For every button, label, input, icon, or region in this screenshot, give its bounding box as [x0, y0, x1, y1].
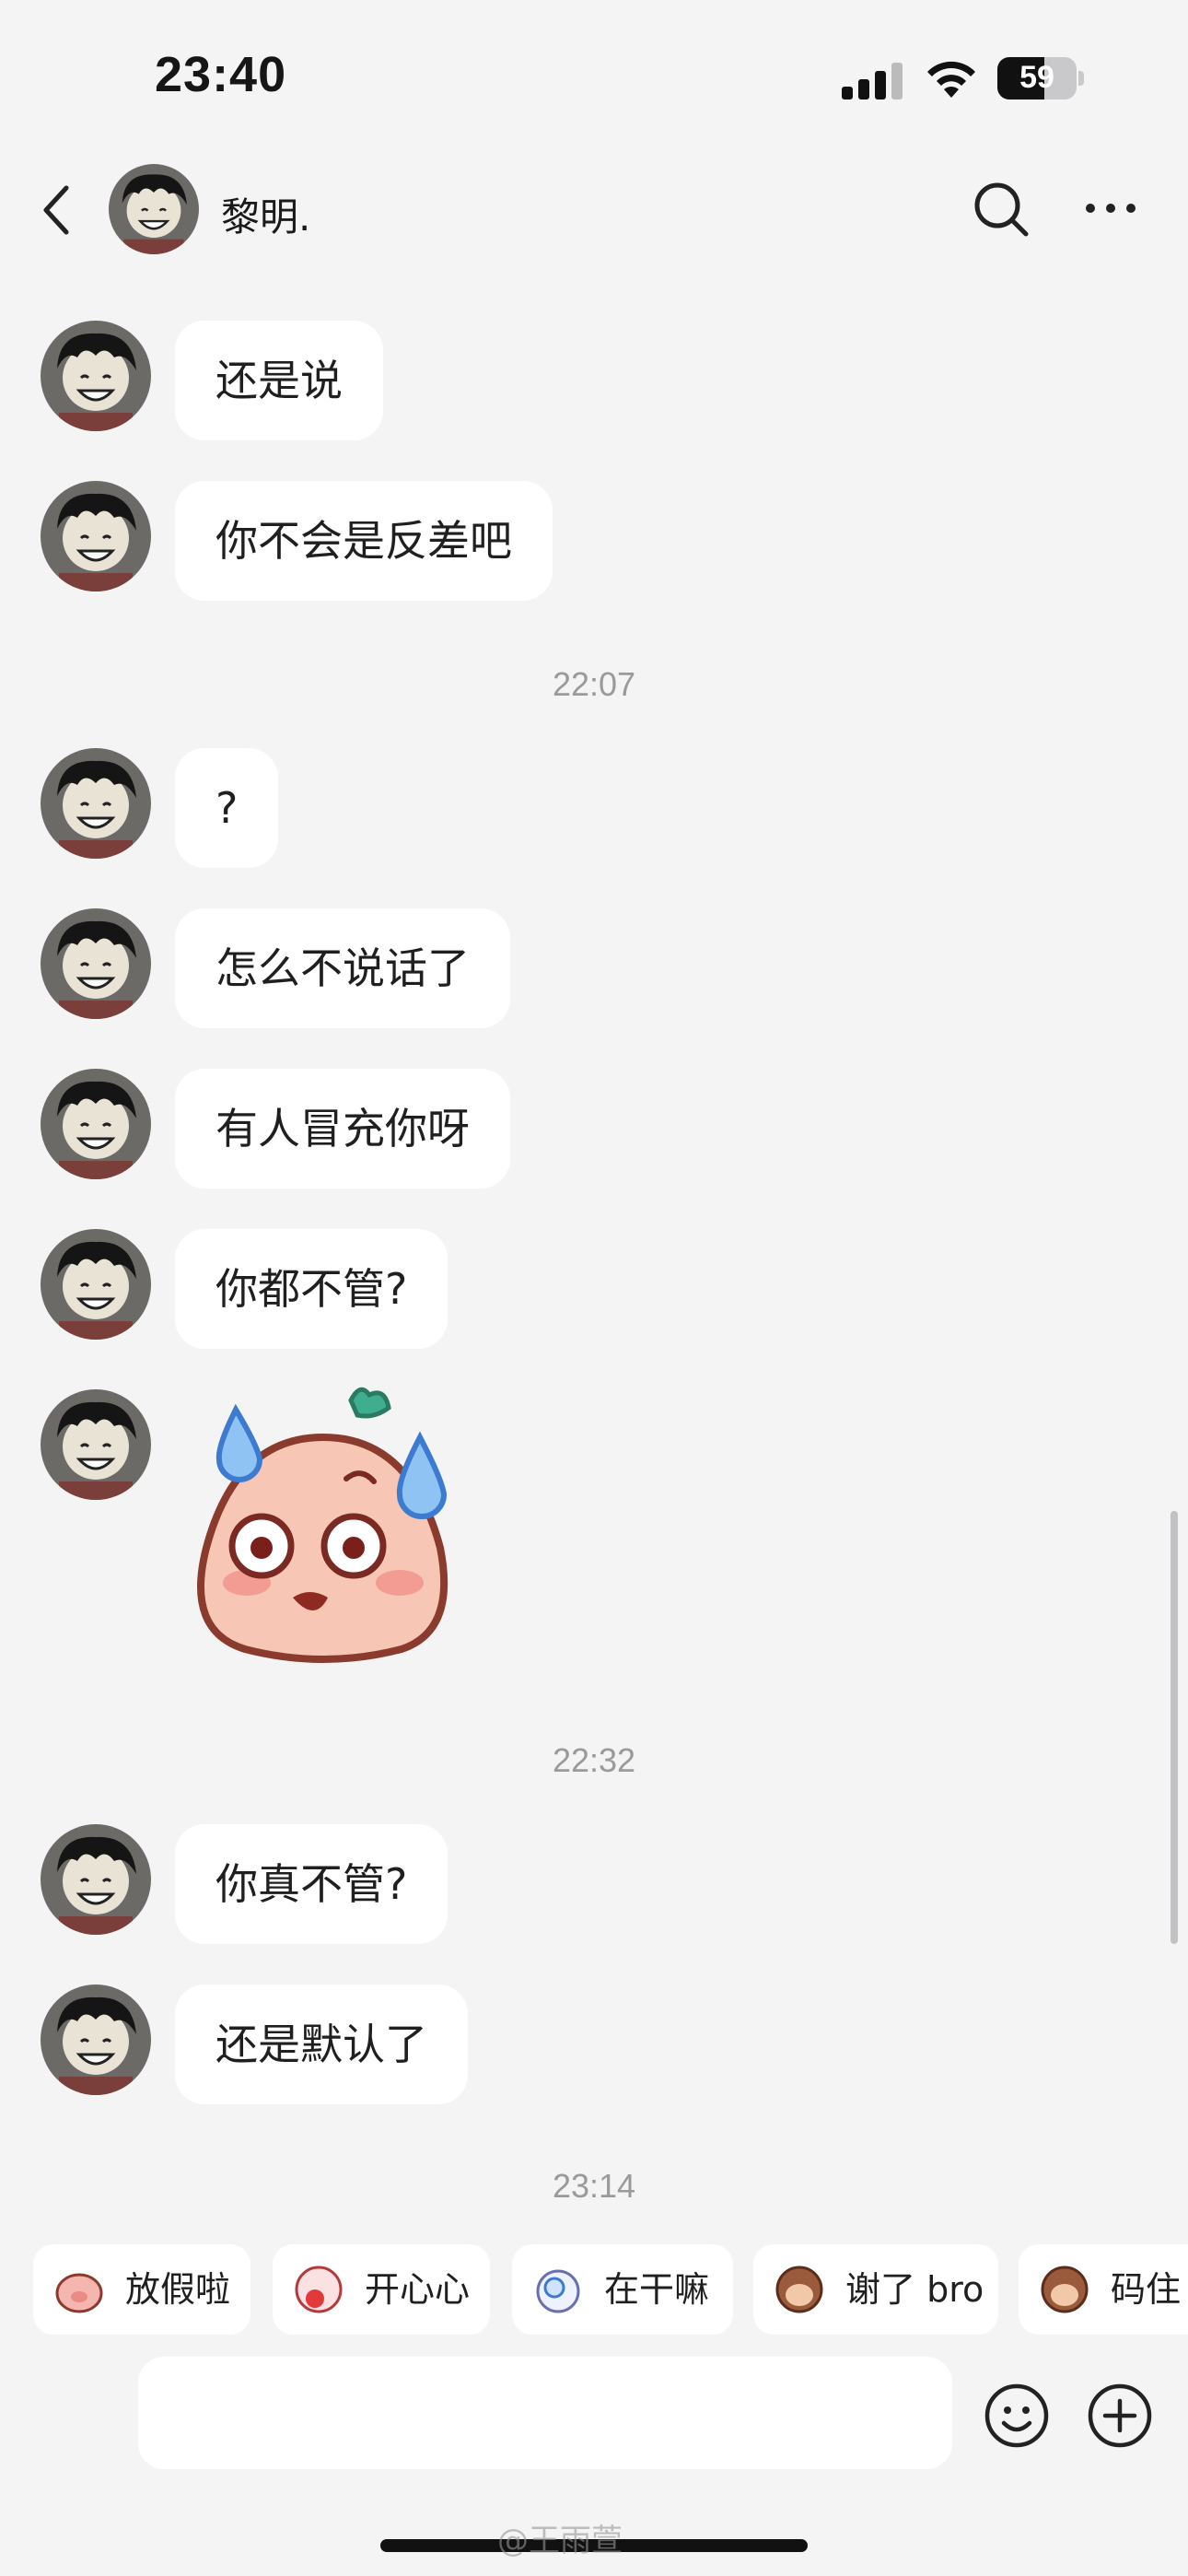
quick-reply-chip[interactable]: 码住 — [1019, 2244, 1188, 2335]
sender-avatar[interactable] — [41, 321, 151, 431]
pig-sticker-icon — [55, 2273, 103, 2313]
message-row: 有人冒充你呀 — [41, 1069, 1146, 1188]
sender-avatar[interactable] — [41, 748, 151, 859]
message-row: ? — [41, 748, 1146, 868]
message-bubble[interactable]: 你真不管? — [175, 1824, 448, 1944]
quick-reply-label: 谢了 bro — [845, 2269, 984, 2310]
quick-reply-label: 开心心 — [365, 2269, 471, 2310]
watermark-text: @王雨萱 — [497, 2523, 623, 2559]
battery-icon: 59 — [997, 57, 1086, 101]
message-row: 你真不管? — [41, 1824, 1146, 1944]
message-bubble[interactable]: ? — [175, 748, 279, 868]
search-sticker-icon — [536, 2269, 580, 2313]
sender-avatar[interactable] — [41, 1824, 151, 1935]
sender-avatar[interactable] — [41, 1985, 151, 2095]
message-row: 还是默认了 — [41, 1985, 1146, 2104]
quick-reply-chip[interactable]: 在干嘛 — [512, 2244, 733, 2335]
wifi-icon — [927, 61, 975, 98]
contact-name[interactable]: 黎明. — [221, 186, 310, 242]
quick-reply-chip[interactable]: 开心心 — [273, 2244, 490, 2335]
quick-reply-label: 码住 — [1111, 2269, 1182, 2310]
status-time: 23:40 — [155, 47, 287, 102]
sender-avatar[interactable] — [41, 1069, 151, 1179]
search-icon[interactable] — [971, 179, 1031, 240]
sweat-peach-sticker[interactable] — [181, 1382, 466, 1686]
happy-sticker-icon — [295, 2266, 343, 2313]
scrollbar[interactable] — [1171, 1511, 1178, 1944]
message-row: 你都不管? — [41, 1229, 1146, 1349]
sender-avatar[interactable] — [41, 481, 151, 591]
message-bubble[interactable]: 有人冒充你呀 — [175, 1069, 510, 1188]
message-bubble[interactable]: 还是默认了 — [175, 1985, 468, 2104]
message-bubble[interactable]: 还是说 — [175, 321, 383, 440]
status-bar: 23:40 59 — [0, 0, 1188, 157]
battery-percent: 59 — [1019, 60, 1054, 95]
chat-timestamp: 23:14 — [552, 2167, 636, 2205]
message-bubble[interactable]: 你不会是反差吧 — [175, 481, 553, 601]
more-options-icon[interactable] — [1083, 190, 1138, 227]
message-input[interactable] — [138, 2357, 952, 2469]
message-row: 还是说 — [41, 321, 1146, 440]
message-row: 怎么不说话了 — [41, 908, 1146, 1028]
back-arrow-icon[interactable] — [39, 182, 76, 238]
quick-reply-label: 放假啦 — [125, 2269, 231, 2310]
monkey-sticker-icon — [775, 2266, 823, 2313]
message-bubble[interactable]: 怎么不说话了 — [175, 908, 510, 1028]
quick-reply-chip[interactable]: 谢了 bro — [753, 2244, 998, 2335]
contact-avatar[interactable] — [109, 164, 199, 254]
chat-timestamp: 22:32 — [552, 1741, 636, 1779]
emoji-icon[interactable] — [984, 2383, 1050, 2449]
quick-reply-chip[interactable]: 放假啦 — [33, 2244, 250, 2335]
add-attachment-icon[interactable] — [1087, 2383, 1153, 2449]
chat-header: 黎明. — [0, 157, 1188, 267]
message-bubble[interactable]: 你都不管? — [175, 1229, 448, 1349]
cellular-signal-icon — [842, 63, 903, 100]
quick-reply-label: 在干嘛 — [604, 2269, 710, 2310]
sender-avatar[interactable] — [41, 1389, 151, 1500]
message-row: 你不会是反差吧 — [41, 481, 1146, 601]
sender-avatar[interactable] — [41, 908, 151, 1019]
sender-avatar[interactable] — [41, 1229, 151, 1340]
monkey-sticker-icon — [1041, 2266, 1089, 2313]
chat-timestamp: 22:07 — [552, 665, 636, 703]
